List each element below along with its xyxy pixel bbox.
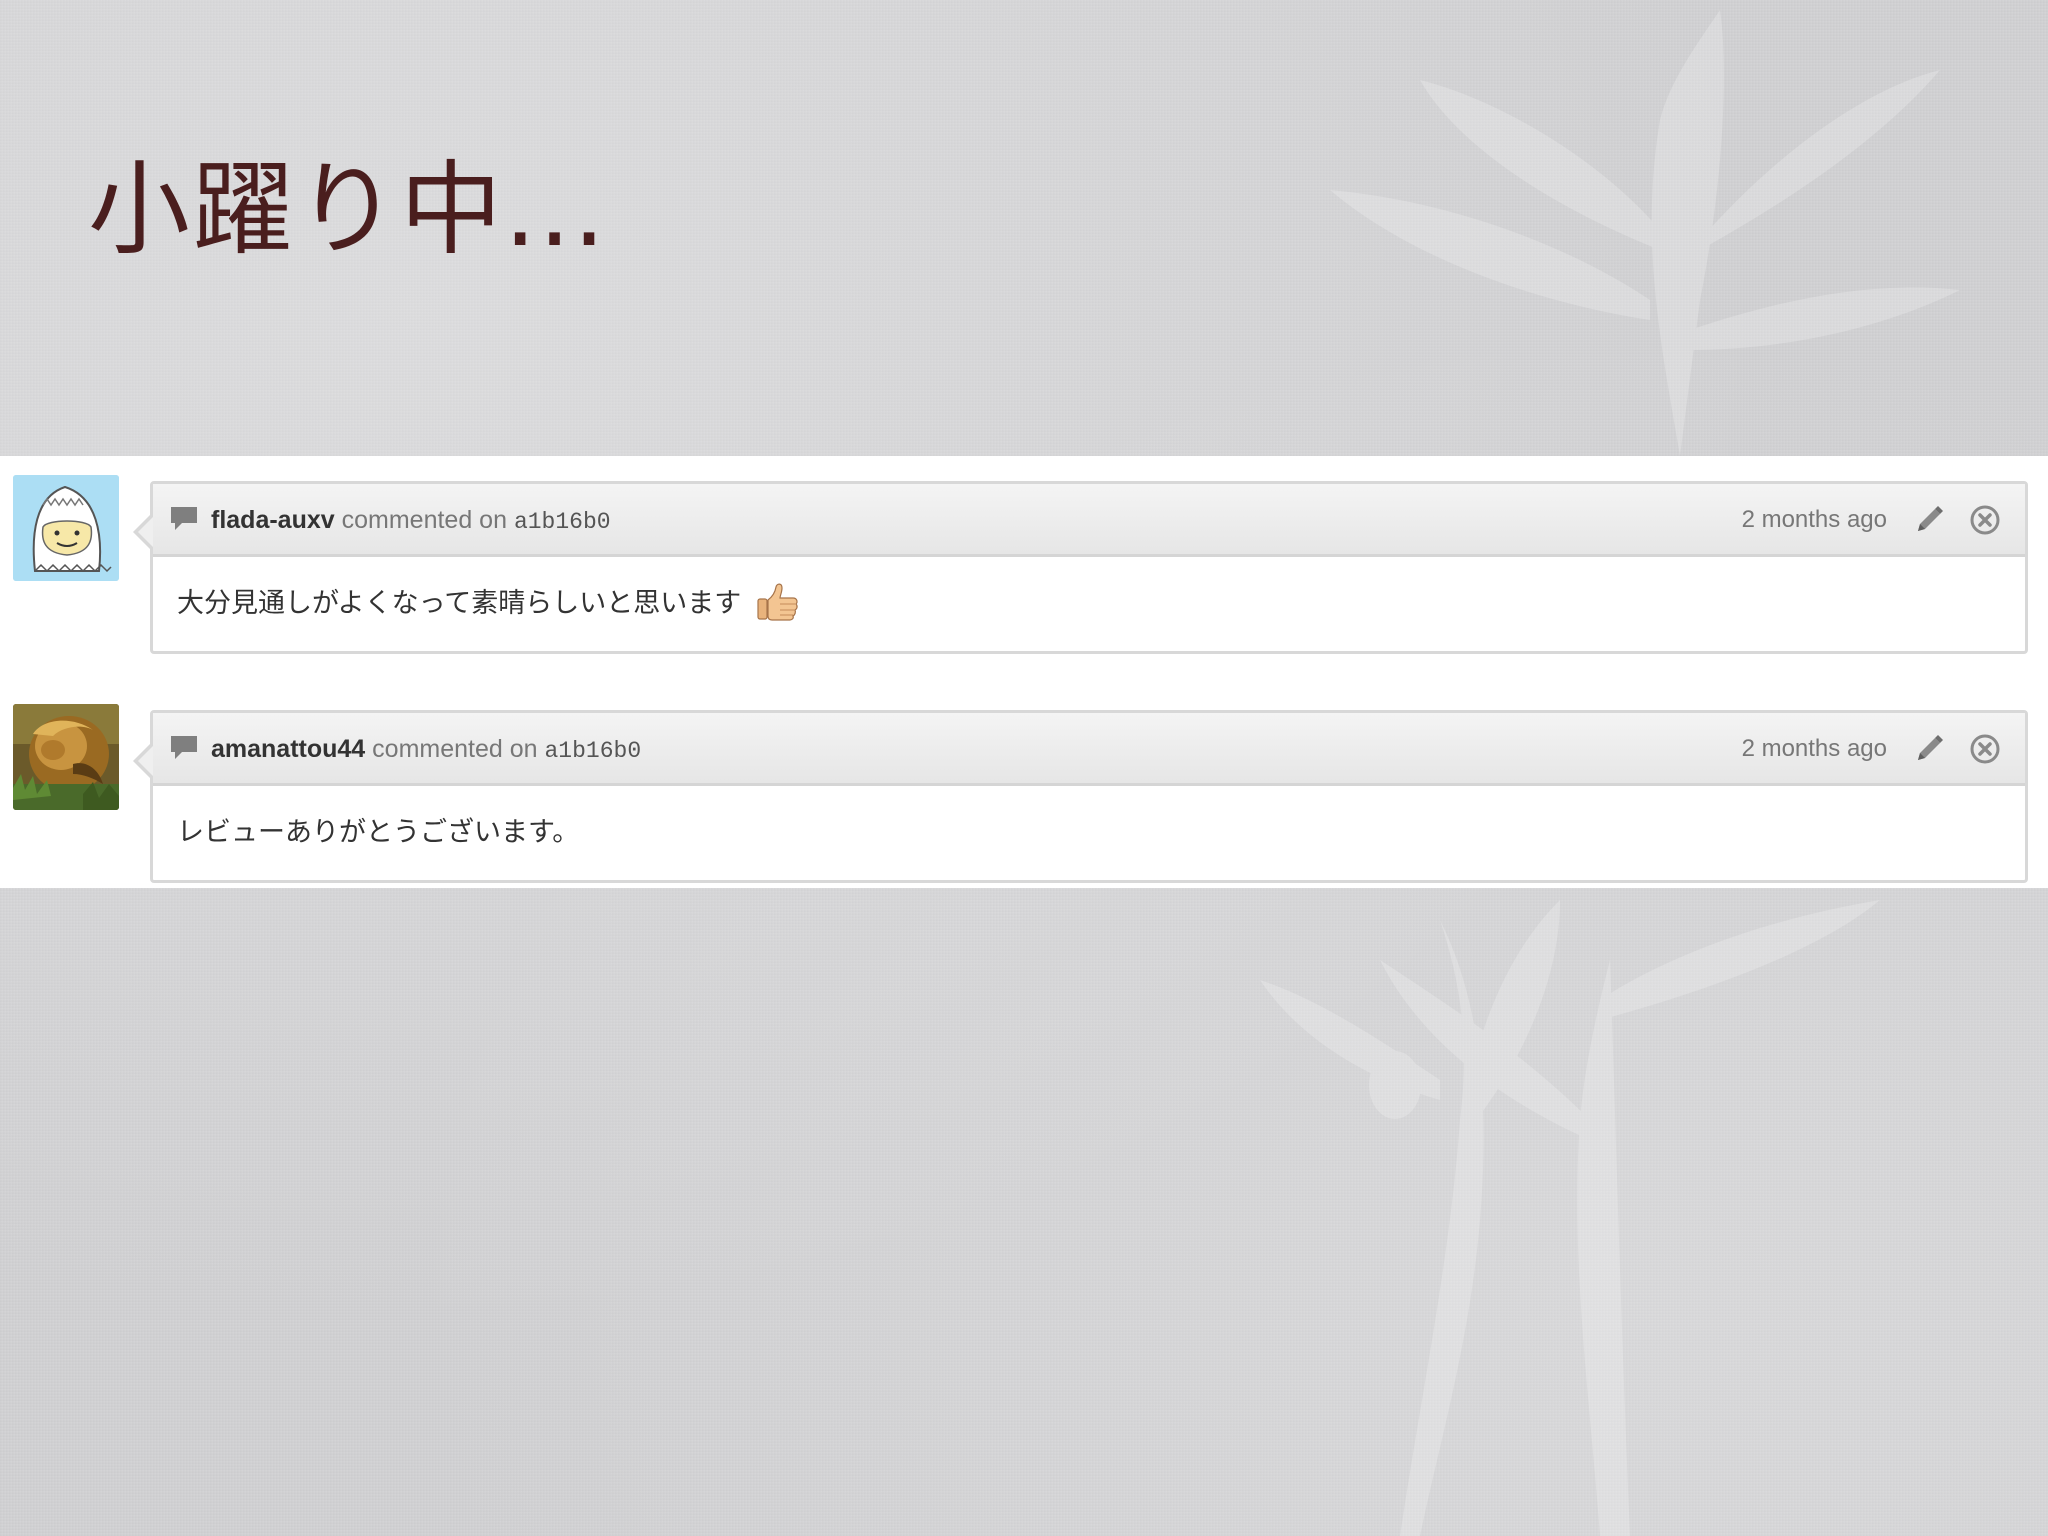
edit-pencil-icon[interactable] [1911,502,1947,538]
comment-body-text: レビューありがとうございます。 [177,817,580,848]
comment-author-link[interactable]: amanattou44 [211,735,365,763]
comment-body: 大分見通しがよくなって素晴らしいと思います [177,583,800,624]
comment-action-text: commented on [372,735,538,763]
avatar-ghost-icon [13,475,119,581]
commit-sha-link[interactable]: a1b16b0 [514,509,611,535]
speech-bubble-icon [171,507,197,530]
delete-close-icon[interactable] [1967,731,2003,767]
avatar[interactable] [13,704,119,810]
comment-box: amanattou44 commented on a1b16b0 2 month… [133,710,2028,883]
comment-author-link[interactable]: flada-auxv [211,506,335,534]
avatar-lion-photo-icon [13,704,119,810]
comment-timestamp[interactable]: 2 months ago [1742,732,1887,766]
slide-title: 小躍り中... [88,151,608,270]
comment-meta: flada-auxv commented on a1b16b0 [211,503,611,539]
avatar[interactable] [13,475,119,581]
comment-header: amanattou44 commented on a1b16b0 2 month… [153,713,2025,786]
edit-pencil-icon[interactable] [1911,731,1947,767]
comment-list: flada-auxv commented on a1b16b0 2 months… [0,456,2048,888]
comment-meta: amanattou44 commented on a1b16b0 [211,732,641,768]
comment-header: flada-auxv commented on a1b16b0 2 months… [153,484,2025,557]
comment-body-text: 大分見通しがよくなって素晴らしいと思います [177,588,742,619]
speech-bubble-icon [171,736,197,759]
comment-timestamp[interactable]: 2 months ago [1742,503,1887,537]
commit-sha-link[interactable]: a1b16b0 [545,738,642,764]
comment-item: flada-auxv commented on a1b16b0 2 months… [0,466,2048,656]
delete-close-icon[interactable] [1967,502,2003,538]
comment-item: amanattou44 commented on a1b16b0 2 month… [0,695,2048,885]
comment-box: flada-auxv commented on a1b16b0 2 months… [133,481,2028,654]
thumbs-up-icon [757,583,798,621]
comment-action-text: commented on [341,506,507,534]
comment-body: レビューありがとうございます。 [177,813,579,853]
